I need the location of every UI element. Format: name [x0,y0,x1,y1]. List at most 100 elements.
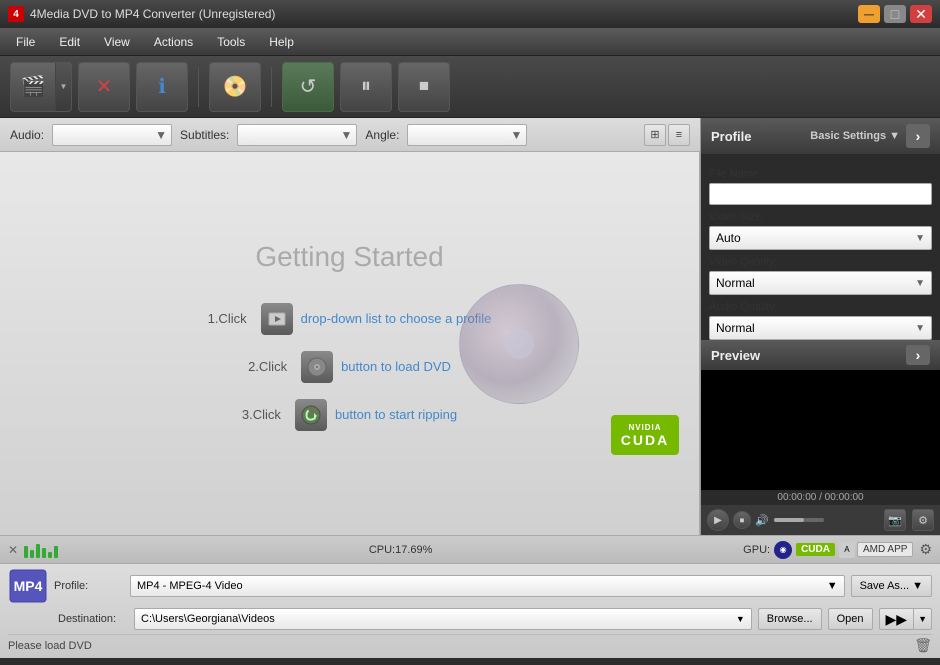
browse-button[interactable]: Browse... [758,608,822,630]
list-view-button[interactable]: ≡ [668,124,690,146]
profile-icon: MP4 [8,568,48,604]
subtitles-select[interactable]: ▼ [237,124,357,146]
menu-edit[interactable]: Edit [47,31,92,53]
content-area: Getting Started 1.Click drop-down list t… [0,152,700,535]
eq-bar-1 [24,546,28,558]
preview-title: Preview [711,348,760,363]
cuda-button[interactable]: CUDA [796,543,835,556]
save-as-label: Save As... [860,580,910,592]
convert-start-button[interactable]: ▶▶ [879,608,915,630]
convert-icon: ↺ [300,74,317,99]
settings-icon[interactable]: ⚙ [919,541,932,558]
step-2-num: 2.Click [248,359,287,374]
audio-select[interactable]: ▼ [52,124,172,146]
angle-arrow-icon: ▼ [511,128,523,142]
audio-label: Audio: [10,128,44,142]
settings-prev-button[interactable]: ⚙ [912,509,934,531]
open-button[interactable]: Open [828,608,873,630]
play-button[interactable]: ▶ [707,509,729,531]
subtitles-arrow-icon: ▼ [341,128,353,142]
convert-button[interactable]: ↺ [282,62,334,112]
profile-row: MP4 Profile: MP4 - MPEG-4 Video ▼ Save A… [8,568,932,604]
step-1-icon [261,303,293,335]
toolbar-divider [198,67,199,107]
video-quality-select[interactable]: Normal ▼ [709,271,932,295]
menu-tools[interactable]: Tools [205,31,257,53]
clear-icon[interactable]: 🗑 [914,637,932,654]
audio-quality-label: Audio Quality: [709,301,932,313]
video-size-label: Video Size: [709,211,932,223]
equalizer [24,542,58,558]
basic-settings-label: Basic Settings [810,130,886,142]
maximize-button[interactable]: □ [884,5,906,23]
step-1-num: 1.Click [208,311,247,326]
bottom-panel: MP4 Profile: MP4 - MPEG-4 Video ▼ Save A… [0,563,940,658]
step-2-icon [301,351,333,383]
profile-nav-button[interactable]: › [906,124,930,148]
stop-icon: ⏹ [419,75,429,98]
audio-quality-arrow-icon: ▼ [915,323,925,334]
profile-scroll[interactable]: File Name: Video Size: Auto ▼ Video Qual… [701,154,940,340]
cuda-badge: NVIDIA CUDA [611,415,679,455]
destination-select[interactable]: C:\Users\Georgiana\Videos ▼ [134,608,752,630]
menu-actions[interactable]: Actions [142,31,205,53]
preview-header: Preview › [701,340,940,370]
minimize-button[interactable]: ─ [858,5,880,23]
stop-prev-button[interactable]: ⏹ [733,511,751,529]
basic-settings-button[interactable]: Basic Settings ▼ [810,130,900,142]
destination-value: C:\Users\Georgiana\Videos [141,613,275,625]
main-area: Audio: ▼ Subtitles: ▼ Angle: ▼ ⊞ ≡ [0,118,940,535]
settings-arrow-icon: ▼ [889,130,900,142]
angle-label: Angle: [365,128,399,142]
angle-select[interactable]: ▼ [407,124,527,146]
step-2: 2.Click button to load DVD [248,351,451,383]
amd-icon: A [839,542,855,558]
status-message: Please load DVD [8,640,92,652]
status-close-icon[interactable]: ✕ [8,543,18,557]
step-2-text: button to load DVD [341,359,451,374]
menu-file[interactable]: File [4,31,47,53]
video-size-select[interactable]: Auto ▼ [709,226,932,250]
pause-button[interactable]: ⏸ [340,62,392,112]
file-name-input[interactable] [709,183,932,205]
save-as-arrow-icon: ▼ [912,580,923,592]
close-button[interactable]: ✕ [910,5,932,23]
profile-title: Profile [711,129,751,144]
amd-button[interactable]: AMD APP [857,542,913,557]
menu-view[interactable]: View [92,31,142,53]
profile-value-select[interactable]: MP4 - MPEG-4 Video ▼ [130,575,845,597]
add-icon: 🎬 [21,74,46,99]
save-as-button[interactable]: Save As... ▼ [851,575,932,597]
profile-value-text: MP4 - MPEG-4 Video [137,580,243,592]
grid-view-button[interactable]: ⊞ [644,124,666,146]
screenshot-button[interactable]: 📷 [884,509,906,531]
destination-label: Destination: [58,613,128,625]
video-quality-label: Video Quality: [709,256,932,268]
video-size-arrow-icon: ▼ [915,233,925,244]
preview-nav-button[interactable]: › [906,345,930,365]
volume-slider[interactable] [774,518,824,522]
preview-time: 00:00:00 / 00:00:00 [701,490,940,505]
cpu-usage: CPU:17.69% [64,544,737,556]
info-button[interactable]: ℹ [136,62,188,112]
amd-area: A AMD APP [839,542,913,558]
info-icon: ℹ [158,74,166,99]
delete-icon: ✕ [96,74,113,99]
video-quality-value: Normal [716,276,755,290]
volume-fill [774,518,804,522]
add-file-button[interactable]: 🎬 ▼ [10,62,72,112]
audio-quality-select[interactable]: Normal ▼ [709,316,932,340]
step-3: 3.Click button to start ripping [242,399,457,431]
preview-video [701,370,940,490]
disc-inner [504,329,534,359]
stop-button[interactable]: ⏹ [398,62,450,112]
menu-help[interactable]: Help [257,31,306,53]
svg-text:MP4: MP4 [14,578,43,594]
delete-button[interactable]: ✕ [78,62,130,112]
gpu-icon: ◉ [774,541,792,559]
load-dvd-button[interactable]: 📀 [209,62,261,112]
convert-dropdown-button[interactable]: ▼ [914,608,932,630]
audio-quality-value: Normal [716,321,755,335]
controls-bar: Audio: ▼ Subtitles: ▼ Angle: ▼ ⊞ ≡ [0,118,700,152]
video-size-value: Auto [716,231,741,245]
